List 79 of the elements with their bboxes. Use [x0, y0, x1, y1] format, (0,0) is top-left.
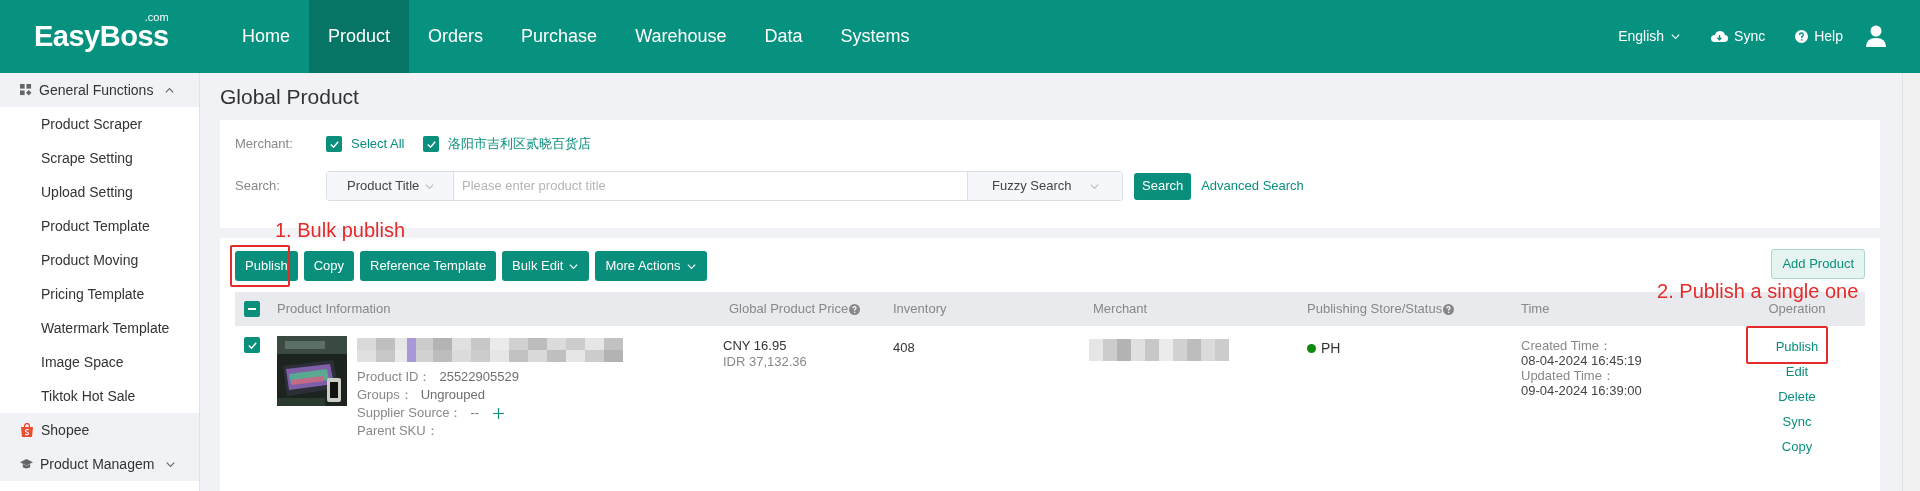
checkmark-icon [426, 138, 437, 150]
inventory-value: 408 [893, 340, 915, 355]
top-action[interactable]: English [1618, 26, 1682, 47]
operation-link[interactable]: Delete [1778, 390, 1816, 404]
column-header: Operation [1768, 301, 1826, 319]
select-all-checkbox[interactable] [244, 301, 260, 317]
time-label: Created Time： [1521, 338, 1614, 353]
sidebar-group[interactable]: General Functions [0, 73, 199, 107]
user-icon[interactable] [1865, 25, 1887, 47]
minus-icon [248, 308, 256, 310]
field-value: Ungrouped [420, 386, 485, 404]
field-value: -- [470, 404, 480, 422]
highlight-box [230, 245, 290, 287]
store-label: PH [1321, 339, 1341, 358]
page-title: Global Product [220, 84, 360, 110]
nav-tab[interactable]: Data [745, 0, 822, 73]
annotation-text: 1. Bulk publish [275, 219, 406, 241]
grid-icon [20, 84, 32, 96]
select-field[interactable]: Product Title [327, 172, 454, 200]
checkmark-icon [246, 339, 258, 351]
top-action[interactable]: Help [1795, 26, 1843, 47]
nav-tab[interactable]: Product [309, 0, 410, 73]
toolbar-button[interactable]: Bulk Edit [502, 251, 590, 281]
price-text: IDR 37,132.36 [723, 354, 808, 370]
checkbox[interactable] [423, 136, 440, 152]
column-header: Global Product Price [729, 300, 849, 319]
price-text: CNY 16.95 [723, 338, 788, 354]
column-header: Inventory [893, 300, 947, 319]
top-action[interactable]: Sync [1711, 26, 1766, 47]
field-label: Groups： [357, 386, 413, 404]
time-label: Updated Time： [1521, 368, 1616, 383]
cloud-download-icon [1711, 30, 1729, 43]
row-checkbox[interactable] [244, 337, 260, 353]
advanced-search-link[interactable]: Advanced Search [1201, 176, 1304, 196]
column-header: Publishing Store/Status [1307, 300, 1443, 319]
operation-link[interactable]: Copy [1781, 440, 1813, 454]
toolbar-button[interactable]: More Actions [595, 251, 707, 281]
field-label: Supplier Source： [357, 404, 463, 422]
operation-link[interactable]: Publish [1775, 340, 1819, 354]
nav-tab[interactable]: Systems [821, 0, 929, 73]
nav-tab[interactable]: Orders [409, 0, 503, 73]
toolbar-button[interactable]: Copy [303, 251, 354, 281]
operation-link[interactable]: Sync [1782, 415, 1812, 429]
time-value: 08-04-2024 16:45:19 [1521, 353, 1643, 368]
checkbox[interactable] [326, 136, 342, 152]
chevron-down-icon [1670, 31, 1682, 42]
scrollbar[interactable] [1902, 73, 1920, 491]
shopping-bag-icon [20, 423, 34, 437]
field-value: 25522905529 [439, 368, 519, 386]
select-field[interactable]: Fuzzy Search [967, 172, 1122, 200]
field-label: Search: [235, 177, 281, 196]
help-icon[interactable] [849, 303, 861, 315]
column-header: Merchant [1093, 300, 1148, 319]
toolbar-button[interactable]: Publish [235, 251, 298, 281]
field-label: Product ID： [357, 368, 432, 386]
sidebar-group[interactable]: Product Managem [0, 447, 199, 481]
toolbar-button[interactable]: Reference Template [360, 251, 497, 281]
field-label: Merchant: [235, 135, 294, 154]
nav-tab[interactable]: Warehouse [616, 0, 746, 73]
search-button[interactable]: Search [1134, 172, 1192, 200]
sidebar-group[interactable]: Shopee [0, 413, 199, 447]
help-icon[interactable] [1443, 303, 1455, 315]
help-icon [1795, 30, 1809, 43]
annotation-text: 2. Publish a single one [1657, 280, 1859, 302]
field-label: Parent SKU： [357, 422, 439, 440]
graduation-cap-icon [20, 458, 33, 470]
checkbox-label[interactable]: 洛阳市吉利区贰晓百货店 [448, 134, 592, 154]
operation-link[interactable]: Edit [1785, 365, 1809, 379]
nav-tab[interactable]: Purchase [502, 0, 617, 73]
checkmark-icon [328, 138, 340, 150]
column-header: Product Information [277, 300, 391, 319]
add-icon[interactable] [493, 407, 505, 419]
checkbox-label[interactable]: Select All [351, 134, 405, 154]
column-header: Time [1521, 300, 1550, 319]
search-field[interactable]: Product Title Please enter product title Fuzzy Search [326, 171, 1123, 201]
add-product-button[interactable]: Add Product [1771, 249, 1865, 279]
time-value: 09-04-2024 16:39:00 [1521, 383, 1643, 398]
logo-suffix: .com [144, 9, 169, 25]
nav-tab[interactable]: Home [223, 0, 309, 73]
